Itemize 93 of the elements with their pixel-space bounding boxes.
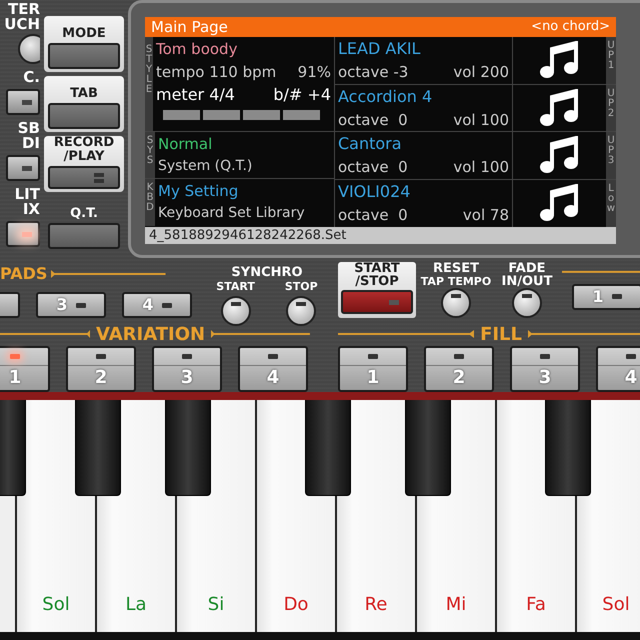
note-label: Fa [526, 593, 546, 617]
pad-button[interactable]: 2 [424, 346, 494, 392]
knob[interactable] [286, 296, 316, 326]
button-label: RECORD /PLAY [54, 136, 114, 164]
pad-button[interactable]: 2 [66, 346, 136, 392]
volume-text: vol 200 [453, 62, 509, 83]
knob[interactable] [441, 288, 471, 318]
led-icon [162, 302, 172, 308]
note-label: Do [284, 593, 308, 617]
knob[interactable] [220, 296, 251, 326]
setting-detail: System (Q.T.) [158, 157, 254, 176]
pad-button[interactable]: 3 [36, 292, 106, 318]
transpose-text: b/# +4 [273, 84, 331, 106]
control-label: C. [23, 70, 40, 85]
knob[interactable] [18, 34, 40, 64]
section-label: SYNCHRO [231, 266, 303, 279]
start-stop-button[interactable] [341, 290, 413, 314]
note-label: Sol [42, 593, 70, 617]
pad-button[interactable]: 1 [572, 284, 640, 310]
led-icon [94, 178, 104, 182]
tempo-percent: 91% [298, 62, 331, 83]
control-label: LIT IX [14, 187, 40, 217]
side-label: KBD [145, 179, 155, 226]
music-note-icon [540, 136, 580, 174]
knob-label: STOP [284, 279, 318, 295]
led-icon [182, 354, 192, 359]
file-name: 4_5818892946128242268.Set [145, 227, 616, 244]
pad-button[interactable]: 3 [152, 346, 222, 392]
led-icon [10, 354, 20, 359]
button-label: Q.T. [70, 207, 98, 221]
octave-text: octave 0 [338, 204, 408, 226]
music-note-icon [540, 184, 580, 222]
pad-button[interactable]: 4 [122, 292, 192, 318]
meter-text: meter 4/4 [156, 84, 235, 106]
octave-text: octave 0 [338, 110, 408, 130]
led-icon [76, 302, 86, 308]
note-label: Si [208, 593, 224, 617]
control-label: TER UCH [4, 2, 40, 32]
side-label: UP1 [606, 37, 616, 84]
led-icon [268, 354, 278, 359]
pad-button[interactable]: 4 [238, 346, 308, 392]
volume-text: vol 100 [453, 110, 509, 130]
note-label: Sol [602, 593, 630, 617]
sound-name: Cantora [338, 133, 403, 155]
panel-button[interactable] [6, 221, 40, 247]
section-label: FILL [480, 322, 522, 346]
side-label: UP3 [606, 132, 616, 178]
setting-detail: Keyboard Set Library [158, 204, 306, 223]
volume-text: vol 78 [462, 204, 509, 226]
button-label: TAB [70, 87, 98, 101]
side-label: STYLE [145, 37, 153, 131]
led-icon [540, 354, 550, 359]
knob[interactable] [512, 288, 542, 318]
led-icon [454, 354, 464, 359]
tempo-text: tempo 110 bpm [156, 62, 276, 83]
sound-name: LEAD AKIL [338, 38, 422, 60]
led-icon [612, 294, 622, 300]
button-label: MODE [62, 27, 106, 41]
side-label: SYS [145, 132, 155, 178]
pad-button[interactable]: 4 [596, 346, 640, 392]
pad-button[interactable]: 1 [0, 346, 50, 392]
button-label: START /STOP [354, 262, 400, 288]
sound-name: VIOLI024 [338, 180, 412, 202]
panel-button[interactable] [6, 89, 40, 115]
octave-text: octave -3 [338, 62, 408, 83]
note-label: Mi [446, 593, 466, 617]
chord-indicator: <no chord> [531, 18, 610, 36]
side-label: Low [606, 180, 616, 227]
led-icon [96, 354, 106, 359]
section-label: VARIATION [96, 322, 206, 346]
control-label: RESET TAP TEMPO [420, 262, 492, 288]
led-icon [626, 354, 636, 359]
volume-text: vol 100 [453, 157, 509, 178]
section-label: PADS [0, 266, 48, 282]
side-label: UP2 [606, 84, 616, 131]
note-label: La [125, 593, 147, 617]
music-note-icon [540, 41, 580, 80]
style-name: Tom boody [156, 39, 238, 60]
knob-label: START [216, 279, 255, 295]
pad-button[interactable]: 3 [510, 346, 580, 392]
led-icon [94, 172, 104, 176]
control-label: FADE IN/OUT [502, 262, 552, 288]
sound-name: Accordion 4 [338, 86, 434, 108]
note-label: Re [364, 593, 388, 617]
screen-title: Main Page [151, 16, 228, 38]
setting-name: My Setting [158, 181, 240, 202]
music-note-icon [540, 88, 580, 127]
control-label: SB DI [18, 121, 40, 151]
led-icon [368, 354, 378, 359]
panel-button[interactable] [6, 155, 40, 181]
pad-button[interactable]: 1 [338, 346, 408, 392]
octave-text: octave 0 [338, 157, 408, 178]
setting-name: Normal [158, 134, 214, 155]
